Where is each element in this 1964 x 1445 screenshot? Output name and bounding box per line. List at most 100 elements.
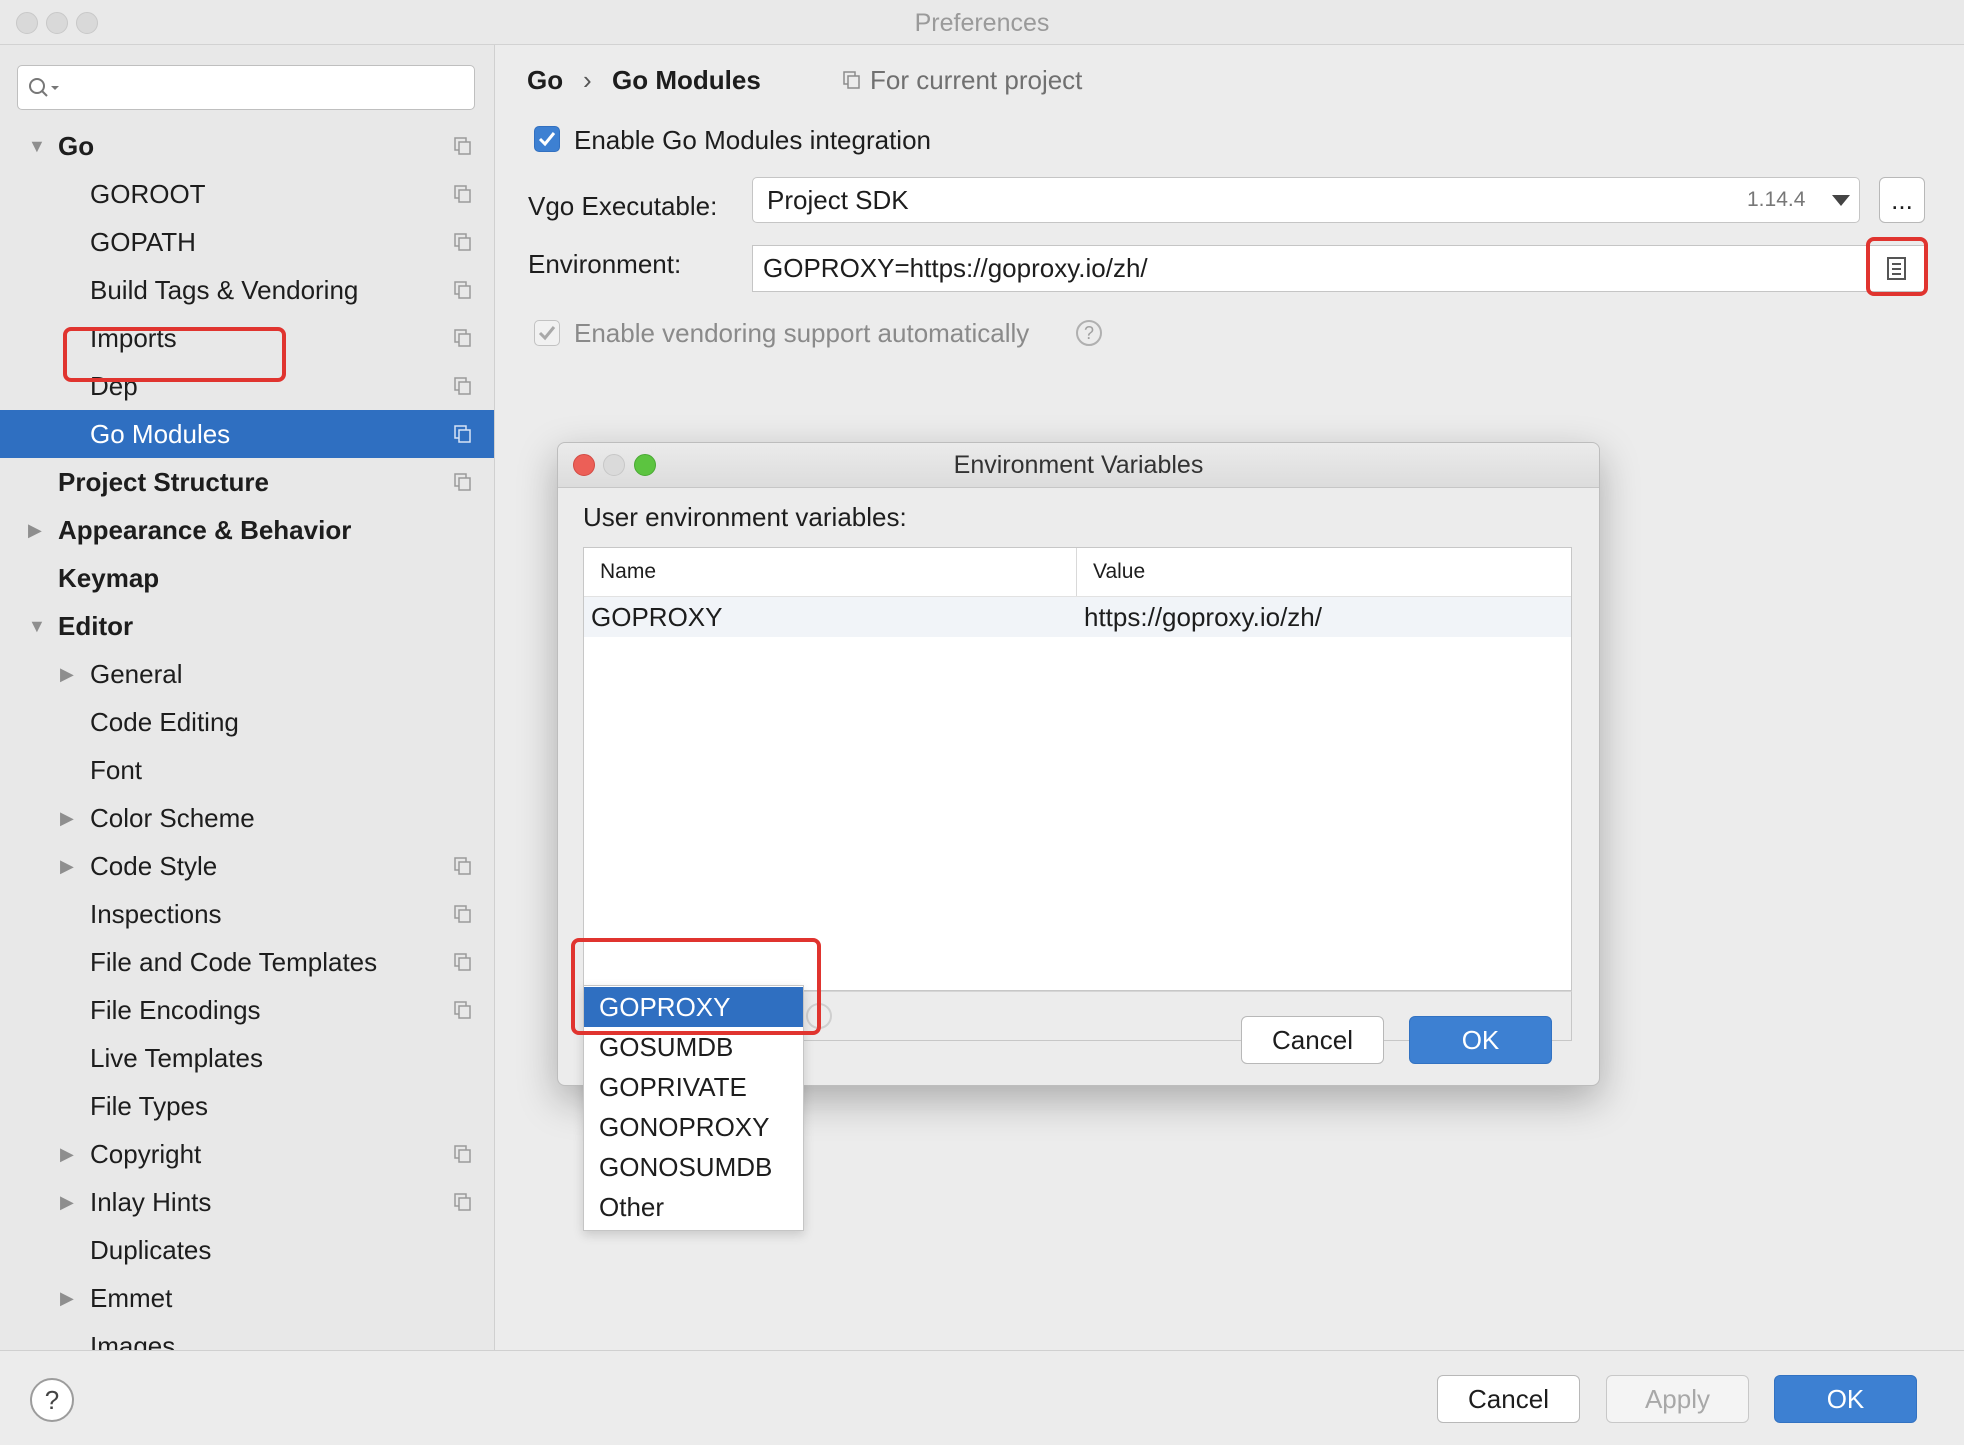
sidebar-item-images[interactable]: Images xyxy=(0,1322,494,1350)
sidebar-item-label: Keymap xyxy=(58,563,160,593)
document-icon xyxy=(1887,257,1906,280)
popup-item-gonosumdb[interactable]: GONOSUMDB xyxy=(584,1147,803,1187)
popup-item-other[interactable]: Other xyxy=(584,1187,803,1227)
sidebar-item-inspections[interactable]: Inspections xyxy=(0,890,494,938)
settings-search-input[interactable] xyxy=(17,65,475,110)
popup-item-gosumdb[interactable]: GOSUMDB xyxy=(584,1027,803,1067)
project-scope-icon xyxy=(454,329,471,347)
collapsed-arrow-icon[interactable]: ▶ xyxy=(60,1130,74,1178)
sidebar-item-label: File and Code Templates xyxy=(90,947,378,977)
project-scope-icon xyxy=(454,1193,471,1211)
column-header-value[interactable]: Value xyxy=(1093,548,1145,596)
collapsed-arrow-icon[interactable]: ▶ xyxy=(28,506,42,554)
help-icon[interactable]: ? xyxy=(1076,320,1102,346)
expanded-arrow-icon[interactable]: ▼ xyxy=(28,602,46,650)
sidebar-item-code-editing[interactable]: Code Editing xyxy=(0,698,494,746)
sidebar-item-general[interactable]: ▶ General xyxy=(0,650,494,698)
checkmark-icon xyxy=(538,326,556,341)
popup-item-gonoproxy[interactable]: GONOPROXY xyxy=(584,1107,803,1147)
column-header-name[interactable]: Name xyxy=(600,548,656,596)
cancel-button[interactable]: Cancel xyxy=(1437,1375,1580,1423)
collapsed-arrow-icon[interactable]: ▶ xyxy=(60,1178,74,1226)
sidebar-item-label: Project Structure xyxy=(58,467,269,497)
apply-button[interactable]: Apply xyxy=(1606,1375,1749,1423)
enable-modules-checkbox[interactable] xyxy=(534,126,560,152)
project-scope-icon xyxy=(454,377,471,395)
help-button[interactable]: ? xyxy=(30,1378,74,1422)
sidebar-item-inlay-hints[interactable]: ▶ Inlay Hints xyxy=(0,1178,494,1226)
env-var-value[interactable]: https://goproxy.io/zh/ xyxy=(1084,597,1322,637)
sidebar-item-label: Live Templates xyxy=(90,1043,263,1073)
collapsed-arrow-icon[interactable]: ▶ xyxy=(60,1274,74,1322)
sidebar-item-label: File Types xyxy=(90,1091,209,1121)
environment-field[interactable]: GOPROXY=https://goproxy.io/zh/ xyxy=(752,245,1927,292)
project-scope-icon xyxy=(454,425,471,443)
expanded-arrow-icon[interactable]: ▼ xyxy=(28,122,46,170)
sidebar-item-gopath[interactable]: GOPATH xyxy=(0,218,494,266)
project-scope-icon xyxy=(454,953,471,971)
env-vars-table: Name Value GOPROXY https://goproxy.io/zh… xyxy=(583,547,1572,991)
sidebar-item-label: Appearance & Behavior xyxy=(58,515,352,545)
edit-environment-button[interactable] xyxy=(1873,248,1921,289)
vgo-executable-label: Vgo Executable: xyxy=(528,191,718,221)
sidebar-item-label: Inlay Hints xyxy=(90,1187,212,1217)
sidebar-item-file-encodings[interactable]: File Encodings xyxy=(0,986,494,1034)
sidebar-item-goroot[interactable]: GOROOT xyxy=(0,170,494,218)
sidebar-item-color-scheme[interactable]: ▶ Color Scheme xyxy=(0,794,494,842)
sidebar-item-label: Emmet xyxy=(90,1283,173,1313)
dialog-title: Environment Variables xyxy=(953,451,1204,479)
collapsed-arrow-icon[interactable]: ▶ xyxy=(60,650,74,698)
sidebar-item-code-style[interactable]: ▶ Code Style xyxy=(0,842,494,890)
popup-item-goprivate[interactable]: GOPRIVATE xyxy=(584,1067,803,1107)
sidebar-item-build-tags-vendoring[interactable]: Build Tags & Vendoring xyxy=(0,266,494,314)
sidebar-item-font[interactable]: Font xyxy=(0,746,494,794)
dialog-titlebar: Environment Variables xyxy=(558,443,1599,488)
sidebar-item-project-structure[interactable]: Project Structure xyxy=(0,458,494,506)
sidebar-item-label: Imports xyxy=(90,323,177,353)
project-scope-icon xyxy=(454,1145,471,1163)
sidebar-item-dep[interactable]: Dep xyxy=(0,362,494,410)
sidebar-item-go-modules[interactable]: Go Modules xyxy=(0,410,494,458)
enable-vendoring-checkbox[interactable] xyxy=(534,320,560,346)
sidebar-item-label: Color Scheme xyxy=(90,803,255,833)
sidebar-item-appearance-behavior[interactable]: ▶ Appearance & Behavior xyxy=(0,506,494,554)
sidebar-item-label: GOROOT xyxy=(90,179,206,209)
sidebar-item-file-and-code-templates[interactable]: File and Code Templates xyxy=(0,938,494,986)
env-var-name[interactable]: GOPROXY xyxy=(591,597,722,637)
sidebar-item-label: Font xyxy=(90,755,143,785)
sidebar-item-emmet[interactable]: ▶ Emmet xyxy=(0,1274,494,1322)
sidebar-item-editor[interactable]: ▼ Editor xyxy=(0,602,494,650)
dialog-cancel-button[interactable]: Cancel xyxy=(1241,1016,1384,1064)
sidebar-item-imports[interactable]: Imports xyxy=(0,314,494,362)
popup-item-goproxy[interactable]: GOPROXY xyxy=(584,987,803,1027)
sidebar-item-copyright[interactable]: ▶ Copyright xyxy=(0,1130,494,1178)
sidebar-item-label: Go xyxy=(58,131,95,161)
vgo-executable-select[interactable]: Project SDK 1.14.4 xyxy=(752,177,1860,223)
collapsed-arrow-icon[interactable]: ▶ xyxy=(60,842,74,890)
sidebar-item-keymap[interactable]: Keymap xyxy=(0,554,494,602)
sidebar-item-label: Images xyxy=(90,1331,176,1350)
options-icon[interactable] xyxy=(806,1003,832,1029)
sidebar-item-label: Go Modules xyxy=(90,419,231,449)
user-env-vars-label: User environment variables: xyxy=(583,502,907,532)
search-icon xyxy=(29,78,59,97)
sidebar-item-go[interactable]: ▼ Go xyxy=(0,122,494,170)
column-divider[interactable] xyxy=(1076,548,1077,596)
sidebar-item-live-templates[interactable]: Live Templates xyxy=(0,1034,494,1082)
ok-button[interactable]: OK xyxy=(1774,1375,1917,1423)
environment-value: GOPROXY=https://goproxy.io/zh/ xyxy=(763,253,1148,283)
dialog-ok-button[interactable]: OK xyxy=(1409,1016,1552,1064)
env-var-popup-menu: GOPROXY GOSUMDB GOPRIVATE GONOPROXY GONOSUMD… xyxy=(583,985,804,1231)
enable-modules-label[interactable]: Enable Go Modules integration xyxy=(574,125,931,155)
sidebar-item-file-types[interactable]: File Types xyxy=(0,1082,494,1130)
checkmark-icon xyxy=(538,132,556,147)
collapsed-arrow-icon[interactable]: ▶ xyxy=(60,794,74,842)
sidebar-item-duplicates[interactable]: Duplicates xyxy=(0,1226,494,1274)
breadcrumb-current: Go Modules xyxy=(612,65,761,95)
project-scope-icon xyxy=(843,71,860,89)
breadcrumb-parent[interactable]: Go xyxy=(527,48,563,112)
browse-executable-button[interactable]: ... xyxy=(1879,177,1925,223)
chevron-down-icon xyxy=(1832,195,1850,206)
table-row[interactable]: GOPROXY https://goproxy.io/zh/ xyxy=(584,597,1571,637)
sidebar-item-label: Duplicates xyxy=(90,1235,212,1265)
